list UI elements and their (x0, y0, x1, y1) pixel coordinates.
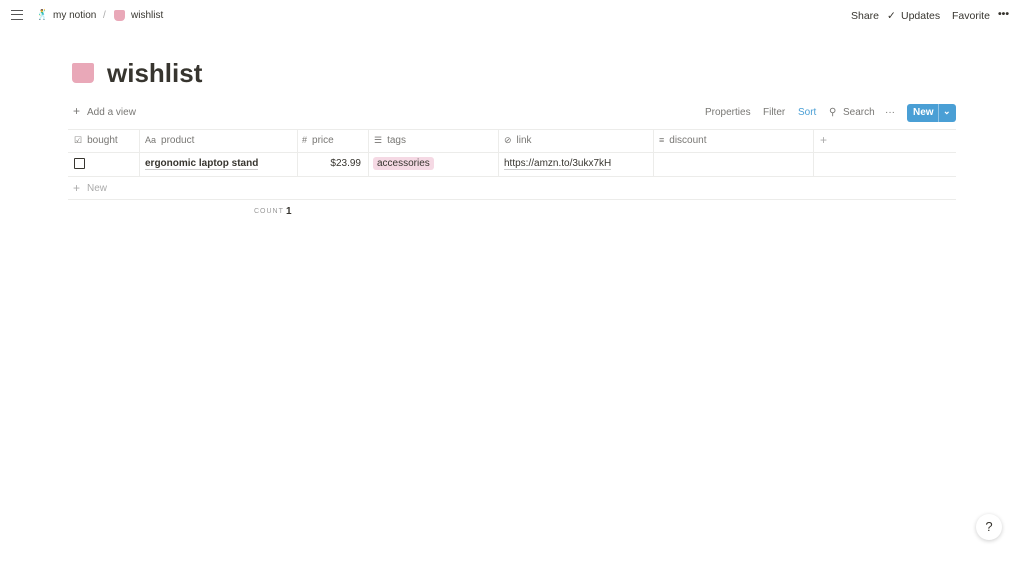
column-header-link[interactable]: ⊘ link (504, 135, 532, 146)
sort-button[interactable]: Sort (798, 107, 816, 118)
breadcrumb-separator: / (103, 10, 106, 21)
page-title[interactable]: wishlist (107, 58, 202, 89)
check-icon: ✓ (887, 10, 896, 22)
new-button[interactable]: New ⌄ (907, 104, 956, 122)
column-header-product[interactable]: Aa product (145, 135, 194, 146)
product-cell[interactable]: ergonomic laptop stand (145, 158, 259, 170)
dancer-emoji-icon: 🕺 (36, 10, 49, 21)
chevron-down-icon[interactable]: ⌄ (943, 106, 951, 117)
title-property-icon: Aa (145, 135, 157, 145)
multiselect-property-icon: ☰ (374, 135, 383, 145)
topbar: 🕺 my notion / wishlist Share ✓ Updates F… (0, 0, 1024, 32)
column-header-price[interactable]: # price (302, 135, 334, 146)
column-header-discount[interactable]: ≡ discount (659, 135, 707, 146)
properties-button[interactable]: Properties (705, 107, 751, 118)
new-button-label: New (913, 107, 934, 118)
shopping-bags-icon (72, 63, 94, 83)
help-button[interactable]: ? (976, 514, 1002, 540)
sidebar-toggle-icon[interactable] (11, 10, 23, 20)
plus-icon: + (73, 181, 81, 195)
price-cell[interactable]: $23.99 (330, 158, 361, 169)
bought-checkbox[interactable] (74, 158, 85, 169)
search-button[interactable]: Search (843, 107, 875, 118)
breadcrumb-wishlist[interactable]: wishlist (131, 10, 163, 21)
more-options-button[interactable]: ••• (998, 8, 1009, 20)
link-cell[interactable]: https://amzn.to/3ukx7kH (504, 158, 612, 170)
shopping-bags-icon (114, 10, 125, 21)
search-icon: ⚲ (829, 107, 837, 118)
add-column-button[interactable]: + (820, 133, 827, 147)
share-button[interactable]: Share (851, 10, 879, 22)
new-row-button[interactable]: New (87, 183, 107, 194)
tag-accessories[interactable]: accessories (373, 157, 434, 170)
count-value: 1 (286, 206, 292, 217)
checkbox-property-icon: ☑ (74, 135, 83, 145)
favorite-button[interactable]: Favorite (952, 10, 990, 22)
link-property-icon: ⊘ (504, 135, 512, 145)
filter-button[interactable]: Filter (763, 107, 785, 118)
plus-icon: + (73, 104, 81, 118)
number-property-icon: # (302, 135, 308, 145)
more-icon[interactable]: ··· (885, 107, 895, 118)
text-property-icon: ≡ (659, 135, 665, 145)
column-header-tags[interactable]: ☰ tags (374, 135, 406, 146)
count-label[interactable]: COUNT (254, 208, 284, 215)
updates-button[interactable]: Updates (901, 10, 940, 22)
breadcrumb-my-notion[interactable]: my notion (53, 10, 96, 21)
add-view-button[interactable]: Add a view (87, 107, 136, 118)
column-header-bought[interactable]: ☑ bought (74, 135, 118, 146)
